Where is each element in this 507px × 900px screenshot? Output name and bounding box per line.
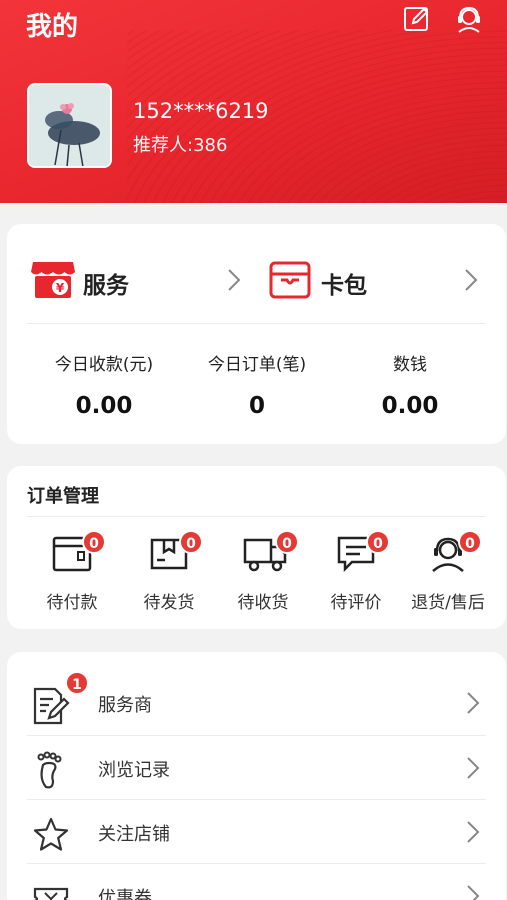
- order-management-title: 订单管理: [27, 486, 99, 507]
- edit-icon[interactable]: [402, 4, 432, 34]
- menu-card: 1 服务商 浏览记录 关注店铺 优惠券: [7, 652, 506, 900]
- order-label: 待付款: [46, 593, 98, 613]
- chevron-right-icon: [467, 692, 480, 714]
- badge-count: 0: [82, 530, 106, 554]
- today-orders-value: 0: [248, 393, 265, 419]
- order-pending-shipment[interactable]: 0 待发货: [121, 530, 217, 624]
- today-received-value: 0.00: [75, 393, 133, 419]
- menu-item-followed-shops[interactable]: 关注店铺: [7, 800, 506, 864]
- summary-card: ¥ 服务 卡包 今日收款(元) 今日订单(笔) 数钱 0.00 0 0.00: [7, 224, 506, 444]
- order-label: 退货/售后: [411, 593, 485, 613]
- divider: [27, 516, 486, 517]
- phone-number: 152****6219: [133, 99, 269, 123]
- order-pending-receipt[interactable]: 0 待收货: [215, 530, 311, 624]
- today-received-label: 今日收款(元): [54, 355, 154, 375]
- badge-count: 0: [275, 530, 299, 554]
- order-management-card: 订单管理 0 待付款 0 待发货 0 待收货 0 待评价 0 退货/售后: [7, 466, 506, 629]
- today-orders-label: 今日订单(笔): [207, 355, 307, 375]
- avatar[interactable]: [27, 83, 112, 168]
- footprint-icon: [37, 751, 62, 789]
- badge-count: 0: [458, 530, 482, 554]
- badge-count: 1: [65, 671, 89, 695]
- chevron-right-icon[interactable]: [464, 268, 478, 292]
- customer-service-icon[interactable]: [454, 4, 484, 34]
- svg-text:¥: ¥: [56, 281, 65, 295]
- edit-doc-icon: [33, 687, 70, 725]
- menu-item-service-provider[interactable]: 1 服务商: [7, 671, 506, 735]
- order-pending-review[interactable]: 0 待评价: [308, 530, 404, 624]
- menu-label: 关注店铺: [98, 824, 170, 845]
- badge-count: 0: [366, 530, 390, 554]
- profile-header: 我的 152****6219 推荐人:386: [0, 0, 507, 203]
- service-label[interactable]: 服务: [83, 266, 129, 300]
- divider: [27, 323, 486, 324]
- menu-label: 优惠券: [98, 888, 152, 900]
- order-returns[interactable]: 0 退货/售后: [400, 530, 496, 624]
- lotus-painting-image: [29, 85, 110, 166]
- wallet-label[interactable]: 卡包: [321, 266, 367, 300]
- menu-label: 服务商: [98, 695, 152, 716]
- order-pending-payment[interactable]: 0 待付款: [24, 530, 120, 624]
- order-label: 待发货: [143, 593, 195, 613]
- coupon-icon: [33, 887, 69, 900]
- star-icon: [33, 817, 69, 851]
- order-label: 待收货: [237, 593, 289, 613]
- count-money-value: 0.00: [381, 393, 439, 419]
- count-money-label: 数钱: [393, 355, 427, 375]
- menu-label: 浏览记录: [98, 760, 170, 781]
- chevron-right-icon: [467, 757, 480, 779]
- page-title: 我的: [26, 12, 79, 42]
- chevron-right-icon: [467, 821, 480, 843]
- chevron-right-icon: [467, 885, 480, 900]
- badge-count: 0: [179, 530, 203, 554]
- referrer-id: 推荐人:386: [133, 135, 228, 156]
- chevron-right-icon[interactable]: [227, 268, 241, 292]
- order-label: 待评价: [330, 593, 382, 613]
- menu-item-browse-history[interactable]: 浏览记录: [7, 736, 506, 800]
- card-wallet-icon[interactable]: [269, 260, 311, 300]
- shop-icon[interactable]: ¥: [30, 260, 76, 300]
- menu-item-coupons[interactable]: 优惠券: [7, 864, 506, 900]
